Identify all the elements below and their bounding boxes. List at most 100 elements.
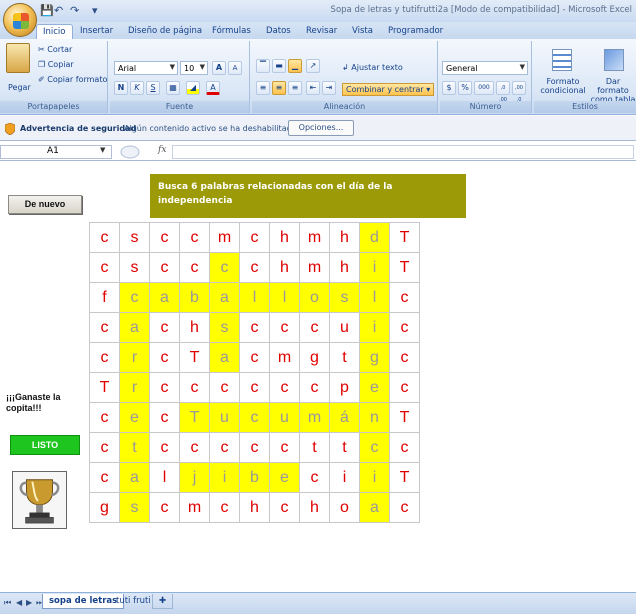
grid-cell[interactable]: h xyxy=(329,222,360,253)
grid-cell[interactable]: l xyxy=(269,282,300,313)
grid-cell[interactable]: c xyxy=(389,312,420,343)
grid-cell[interactable]: n xyxy=(359,402,390,433)
grid-cell[interactable]: m xyxy=(299,402,330,433)
grid-cell[interactable]: u xyxy=(329,312,360,343)
grid-cell[interactable]: c xyxy=(299,462,330,493)
grid-cell[interactable]: r xyxy=(119,342,150,373)
grid-cell[interactable]: h xyxy=(269,252,300,283)
grid-cell[interactable]: c xyxy=(239,342,270,373)
grid-cell[interactable]: i xyxy=(209,462,240,493)
grid-cell[interactable]: c xyxy=(89,312,120,343)
grid-cell[interactable]: c xyxy=(149,402,180,433)
office-button[interactable] xyxy=(3,3,37,37)
grid-cell[interactable]: T xyxy=(389,222,420,253)
merge-center-button[interactable]: Combinar y centrar ▾ xyxy=(342,83,435,96)
grid-cell[interactable]: c xyxy=(179,372,210,403)
grid-cell[interactable]: c xyxy=(269,372,300,403)
first-sheet-icon[interactable]: ⏮ xyxy=(4,598,11,608)
grid-cell[interactable]: c xyxy=(299,372,330,403)
name-box[interactable]: A1 xyxy=(0,145,112,159)
grid-cell[interactable]: c xyxy=(239,402,270,433)
grid-cell[interactable]: b xyxy=(179,282,210,313)
increase-indent-button[interactable]: ⇥ xyxy=(322,81,336,95)
grid-cell[interactable]: i xyxy=(359,312,390,343)
fill-color-button[interactable]: ◢ xyxy=(186,81,200,95)
tab-programador[interactable]: Programador xyxy=(382,24,449,39)
grid-cell[interactable]: c xyxy=(89,342,120,373)
grid-cell[interactable]: h xyxy=(269,222,300,253)
grid-cell[interactable]: c xyxy=(209,372,240,403)
conditional-format-button[interactable]: Formato condicional xyxy=(538,77,588,95)
tab-formulas[interactable]: Fórmulas xyxy=(206,24,257,39)
grid-cell[interactable]: i xyxy=(359,252,390,283)
chevron-down-icon[interactable]: ▼ xyxy=(100,146,105,154)
tab-vista[interactable]: Vista xyxy=(346,24,379,39)
grid-cell[interactable]: o xyxy=(329,492,360,523)
grid-cell[interactable]: c xyxy=(389,342,420,373)
grid-cell[interactable]: m xyxy=(299,222,330,253)
tab-insertar[interactable]: Insertar xyxy=(74,24,119,39)
grid-cell[interactable]: m xyxy=(179,492,210,523)
paste-button[interactable]: Pegar xyxy=(8,83,31,92)
grid-cell[interactable]: a xyxy=(359,492,390,523)
grid-cell[interactable]: u xyxy=(269,402,300,433)
grid-cell[interactable]: t xyxy=(329,432,360,463)
grid-cell[interactable]: m xyxy=(209,222,240,253)
grid-cell[interactable]: T xyxy=(179,402,210,433)
grid-cell[interactable]: h xyxy=(329,252,360,283)
grid-cell[interactable]: c xyxy=(179,222,210,253)
grid-cell[interactable]: c xyxy=(239,372,270,403)
grid-cell[interactable]: c xyxy=(89,252,120,283)
currency-button[interactable]: $ xyxy=(442,81,456,95)
grid-cell[interactable]: c xyxy=(149,312,180,343)
grid-cell[interactable]: d xyxy=(359,222,390,253)
grid-cell[interactable]: c xyxy=(269,312,300,343)
undo-icon[interactable]: ↶ xyxy=(54,4,63,18)
grid-cell[interactable]: c xyxy=(209,252,240,283)
cut-button[interactable]: ✂ Cortar xyxy=(38,45,72,54)
grid-cell[interactable]: i xyxy=(329,462,360,493)
next-sheet-icon[interactable]: ▶ xyxy=(26,598,32,607)
format-as-table-button[interactable]: Dar formato como tabla xyxy=(590,77,636,104)
orientation-button[interactable]: ↗ xyxy=(306,59,320,73)
grid-cell[interactable]: c xyxy=(149,492,180,523)
align-top-button[interactable]: ▔ xyxy=(256,59,270,73)
grid-cell[interactable]: i xyxy=(359,462,390,493)
grid-cell[interactable]: c xyxy=(149,372,180,403)
grid-cell[interactable]: l xyxy=(359,282,390,313)
grid-cell[interactable]: e xyxy=(119,402,150,433)
grid-cell[interactable]: á xyxy=(329,402,360,433)
grid-cell[interactable]: T xyxy=(389,402,420,433)
grid-cell[interactable]: T xyxy=(389,462,420,493)
grid-cell[interactable]: g xyxy=(89,492,120,523)
number-format-select[interactable]: General ▼ xyxy=(442,61,528,75)
tab-datos[interactable]: Datos xyxy=(260,24,297,39)
restart-button[interactable]: De nuevo xyxy=(8,195,82,214)
grid-cell[interactable]: e xyxy=(359,372,390,403)
grid-cell[interactable]: c xyxy=(269,492,300,523)
save-icon[interactable]: 💾 xyxy=(40,4,54,18)
grid-cell[interactable]: c xyxy=(389,492,420,523)
grid-cell[interactable]: h xyxy=(299,492,330,523)
grid-cell[interactable]: m xyxy=(269,342,300,373)
done-button[interactable]: LISTO xyxy=(10,435,80,455)
grid-cell[interactable]: c xyxy=(239,432,270,463)
grid-cell[interactable]: c xyxy=(149,222,180,253)
tab-revisar[interactable]: Revisar xyxy=(300,24,343,39)
grid-cell[interactable]: c xyxy=(89,402,120,433)
insert-function-icon[interactable]: fx xyxy=(158,145,166,155)
grid-cell[interactable]: p xyxy=(329,372,360,403)
grid-cell[interactable]: g xyxy=(359,342,390,373)
grow-font-button[interactable]: A xyxy=(212,61,226,75)
grid-cell[interactable]: f xyxy=(89,282,120,313)
tab-tuti-fruti[interactable]: tuti fruti xyxy=(110,594,157,609)
formula-input[interactable] xyxy=(172,145,634,159)
grid-cell[interactable]: s xyxy=(329,282,360,313)
grid-cell[interactable]: c xyxy=(359,432,390,463)
grid-cell[interactable]: o xyxy=(299,282,330,313)
tab-diseno-pagina[interactable]: Diseño de página xyxy=(122,24,208,39)
grid-cell[interactable]: c xyxy=(179,252,210,283)
grid-cell[interactable]: c xyxy=(149,252,180,283)
grid-cell[interactable]: u xyxy=(209,402,240,433)
decrease-indent-button[interactable]: ⇤ xyxy=(306,81,320,95)
